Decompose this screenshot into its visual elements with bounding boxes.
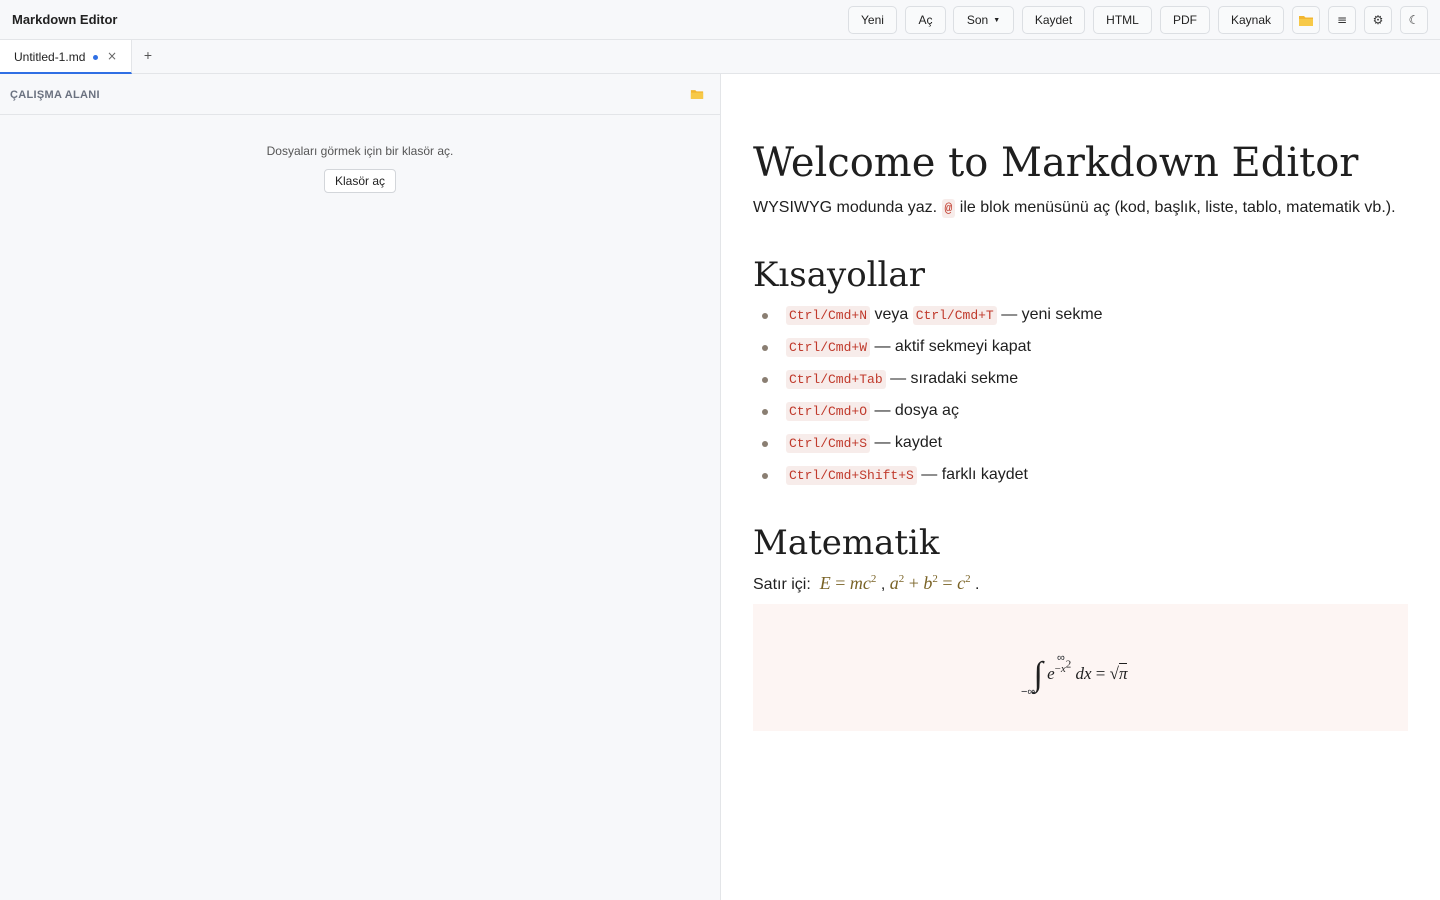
open-folder-button[interactable] xyxy=(1292,6,1320,34)
display-math-block[interactable]: ∞ ∫ e−x2 dx = √π −∞ xyxy=(753,604,1408,731)
doc-heading-math: Matematik xyxy=(753,523,940,563)
menu-icon: ≡ xyxy=(1336,13,1348,27)
recent-label: Son xyxy=(966,13,989,27)
doc-heading-shortcuts: Kısayollar xyxy=(753,255,925,295)
unsaved-dot-icon xyxy=(93,55,98,60)
integral-lower-limit: −∞ xyxy=(1021,686,1036,698)
inline-math-2: a2 + b2 = c2 xyxy=(889,573,971,593)
add-tab-button[interactable]: + xyxy=(141,47,155,65)
inline-code: @ xyxy=(941,199,956,218)
moon-icon: ☾ xyxy=(1408,13,1420,27)
list-item-text: — kaydet xyxy=(874,434,943,451)
tab-untitled[interactable]: Untitled-1.md × xyxy=(0,40,132,74)
recent-dropdown[interactable]: Son ▼ xyxy=(953,6,1014,34)
inline-math-paragraph: Satır içi: E = mc2 , a2 + b2 = c2 . xyxy=(753,573,980,593)
gear-icon: ⚙ xyxy=(1372,13,1384,27)
app-title: Markdown Editor xyxy=(12,12,118,27)
doc-heading-1: Welcome to Markdown Editor xyxy=(753,140,1359,186)
inline-code: Ctrl/Cmd+N xyxy=(786,306,871,325)
list-item-text: — sıradaki sekme xyxy=(890,370,1019,387)
theme-toggle-button[interactable]: ☾ xyxy=(1400,6,1428,34)
inline-math-1: E = mc2 xyxy=(815,573,877,593)
inline-code: Ctrl/Cmd+T xyxy=(912,306,997,325)
list-item-text: veya xyxy=(874,306,909,323)
folder-icon xyxy=(1299,15,1313,26)
inline-code: Ctrl/Cmd+S xyxy=(786,434,871,453)
folder-icon[interactable] xyxy=(690,88,704,100)
list-item-text: — farklı kaydet xyxy=(921,466,1028,483)
list-item-text: — yeni sekme xyxy=(1001,306,1103,323)
new-button[interactable]: Yeni xyxy=(848,6,897,34)
editor-pane[interactable]: Welcome to Markdown Editor WYSIWYG modun… xyxy=(721,74,1440,900)
list-item-text: — aktif sekmeyi kapat xyxy=(874,338,1031,355)
inline-code: Ctrl/Cmd+Shift+S xyxy=(786,466,917,485)
export-pdf-button[interactable]: PDF xyxy=(1160,6,1210,34)
tab-bar: Untitled-1.md × + xyxy=(0,40,1440,74)
bullet-icon xyxy=(762,441,768,447)
workspace-title: ÇALIŞMA ALANI xyxy=(10,89,100,101)
bullet-icon xyxy=(762,377,768,383)
intro-paragraph: WYSIWYG modunda yaz. @ ile blok menüsünü… xyxy=(753,199,1396,218)
close-icon[interactable]: × xyxy=(107,49,117,63)
save-button[interactable]: Kaydet xyxy=(1022,6,1085,34)
list-item-text: — dosya aç xyxy=(874,402,959,419)
export-html-button[interactable]: HTML xyxy=(1093,6,1152,34)
open-button[interactable]: Aç xyxy=(905,6,946,34)
display-math: ∫ e−x2 dx = √π xyxy=(1033,656,1128,693)
open-folder-button[interactable]: Klasör aç xyxy=(324,169,396,193)
inline-code: Ctrl/Cmd+O xyxy=(786,402,871,421)
workspace-header: ÇALIŞMA ALANI xyxy=(0,74,720,115)
inline-code: Ctrl/Cmd+Tab xyxy=(786,370,886,389)
settings-button[interactable]: ⚙ xyxy=(1364,6,1392,34)
workspace-sidebar: ÇALIŞMA ALANI Dosyaları görmek için bir … xyxy=(0,74,721,900)
intro-text: WYSIWYG modunda yaz. xyxy=(753,199,938,216)
caret-down-icon: ▼ xyxy=(993,16,1001,24)
inline-math-label: Satır içi: xyxy=(753,576,811,593)
bullet-icon xyxy=(762,313,768,319)
intro-text: ile blok menüsünü aç (kod, başlık, liste… xyxy=(959,199,1396,216)
bullet-icon xyxy=(762,473,768,479)
top-toolbar: Markdown Editor Yeni Aç Son ▼ Kaydet HTML… xyxy=(0,0,1440,40)
workspace-empty-text: Dosyaları görmek için bir klasör aç. xyxy=(266,144,454,158)
bullet-icon xyxy=(762,345,768,351)
source-toggle-button[interactable]: Kaynak xyxy=(1218,6,1284,34)
bullet-icon xyxy=(762,409,768,415)
menu-button[interactable]: ≡ xyxy=(1328,6,1356,34)
tab-label: Untitled-1.md xyxy=(14,50,86,64)
inline-code: Ctrl/Cmd+W xyxy=(786,338,871,357)
